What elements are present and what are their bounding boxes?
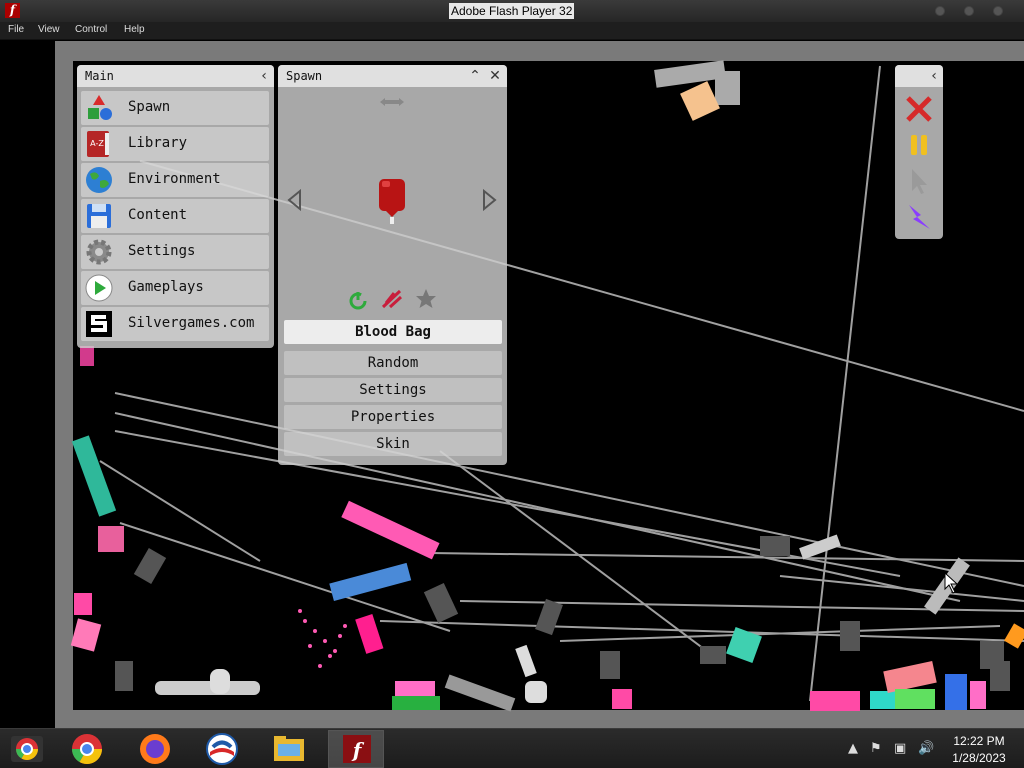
- menu-view[interactable]: View: [38, 24, 60, 35]
- spawn-option-random[interactable]: Random: [284, 351, 502, 375]
- delete-icon[interactable]: [903, 93, 935, 125]
- resize-arrows-icon[interactable]: [378, 95, 406, 109]
- show-hidden-icons-icon[interactable]: ▲: [848, 741, 858, 756]
- main-item-spawn[interactable]: Spawn: [81, 91, 269, 125]
- main-item-label: Environment: [128, 171, 221, 187]
- flash-app-icon: f: [5, 3, 20, 18]
- pause-icon[interactable]: [903, 129, 935, 161]
- main-panel-header: Main ‹: [77, 65, 274, 87]
- game-canvas[interactable]: Main ‹ Spawn A-Z Library Environment Con…: [0, 41, 1024, 728]
- main-item-label: Settings: [128, 243, 196, 259]
- menu-control[interactable]: Control: [75, 24, 107, 35]
- maximize-button[interactable]: [964, 6, 974, 16]
- main-item-settings[interactable]: Settings: [81, 235, 269, 269]
- spawn-panel-header: Spawn ⌃ ✕: [278, 65, 507, 87]
- close-icon[interactable]: ✕: [486, 67, 504, 85]
- svg-text:A-Z: A-Z: [90, 139, 104, 148]
- spawn-item-name[interactable]: Blood Bag: [284, 320, 502, 344]
- active-taskbar-item[interactable]: f: [328, 730, 384, 768]
- minimize-button[interactable]: [935, 6, 945, 16]
- blood-bag-preview-icon[interactable]: [376, 177, 408, 225]
- main-item-label: Content: [128, 207, 188, 223]
- lightning-icon[interactable]: [903, 201, 935, 233]
- clock-time[interactable]: 12:22 PM: [940, 734, 1018, 748]
- chrome-icon[interactable]: [10, 732, 44, 766]
- main-item-label: Library: [128, 135, 188, 151]
- main-panel: Main ‹ Spawn A-Z Library Environment Con…: [77, 65, 274, 348]
- clock-date[interactable]: 1/28/2023: [940, 751, 1018, 765]
- main-item-label: Spawn: [128, 99, 171, 115]
- menu-file[interactable]: File: [8, 24, 24, 35]
- spawn-option-skin[interactable]: Skin: [284, 432, 502, 456]
- floppy-icon: [87, 204, 111, 228]
- flash-icon: f: [343, 735, 371, 763]
- firefox-icon[interactable]: [138, 732, 172, 766]
- close-window-button[interactable]: [993, 6, 1003, 16]
- menu-help[interactable]: Help: [124, 24, 145, 35]
- blood-splat-icon[interactable]: [380, 287, 404, 311]
- next-arrow-icon[interactable]: [482, 189, 498, 211]
- star-icon[interactable]: [414, 287, 438, 311]
- window-title: Adobe Flash Player 32: [449, 3, 575, 19]
- tools-panel: ‹: [895, 65, 943, 239]
- obama-icon[interactable]: [205, 732, 239, 766]
- tools-panel-header: ‹: [895, 65, 943, 87]
- title-bar: f Adobe Flash Player 32: [0, 0, 1024, 22]
- spawn-option-properties[interactable]: Properties: [284, 405, 502, 429]
- file-explorer-icon[interactable]: [272, 732, 306, 766]
- spawn-panel-title: Spawn: [286, 69, 323, 83]
- chrome-icon[interactable]: [70, 732, 104, 766]
- spawn-option-settings[interactable]: Settings: [284, 378, 502, 402]
- main-item-label: Silvergames.com: [128, 315, 255, 331]
- volume-icon[interactable]: 🔊: [918, 741, 934, 756]
- spawn-panel: Spawn ⌃ ✕ Blood Bag Random Settings Prop…: [278, 65, 507, 465]
- collapse-arrow-icon[interactable]: ‹: [925, 67, 943, 85]
- flag-icon[interactable]: ⚑: [870, 741, 882, 756]
- main-item-library[interactable]: A-Z Library: [81, 127, 269, 161]
- book-icon: A-Z: [87, 131, 109, 157]
- prev-arrow-icon[interactable]: [286, 189, 302, 211]
- collapse-arrow-icon[interactable]: ‹: [255, 67, 273, 85]
- cursor-icon[interactable]: [903, 165, 935, 197]
- main-item-content[interactable]: Content: [81, 199, 269, 233]
- main-item-label: Gameplays: [128, 279, 204, 295]
- taskbar: f ▲ ⚑ ▣ 🔊 12:22 PM 1/28/2023: [0, 728, 1024, 768]
- main-panel-title: Main: [85, 69, 114, 83]
- play-icon: [85, 274, 113, 302]
- gear-icon: [86, 239, 112, 265]
- main-item-gameplays[interactable]: Gameplays: [81, 271, 269, 305]
- globe-icon: [86, 167, 112, 193]
- collapse-up-icon[interactable]: ⌃: [466, 67, 484, 85]
- s-logo-icon: [86, 311, 112, 337]
- main-item-environment[interactable]: Environment: [81, 163, 269, 197]
- menu-bar: File View Control Help: [0, 22, 1024, 40]
- network-icon[interactable]: ▣: [894, 741, 906, 756]
- shapes-icon: [88, 95, 112, 120]
- power-icon[interactable]: [346, 289, 370, 311]
- main-item-silvergames[interactable]: Silvergames.com: [81, 307, 269, 341]
